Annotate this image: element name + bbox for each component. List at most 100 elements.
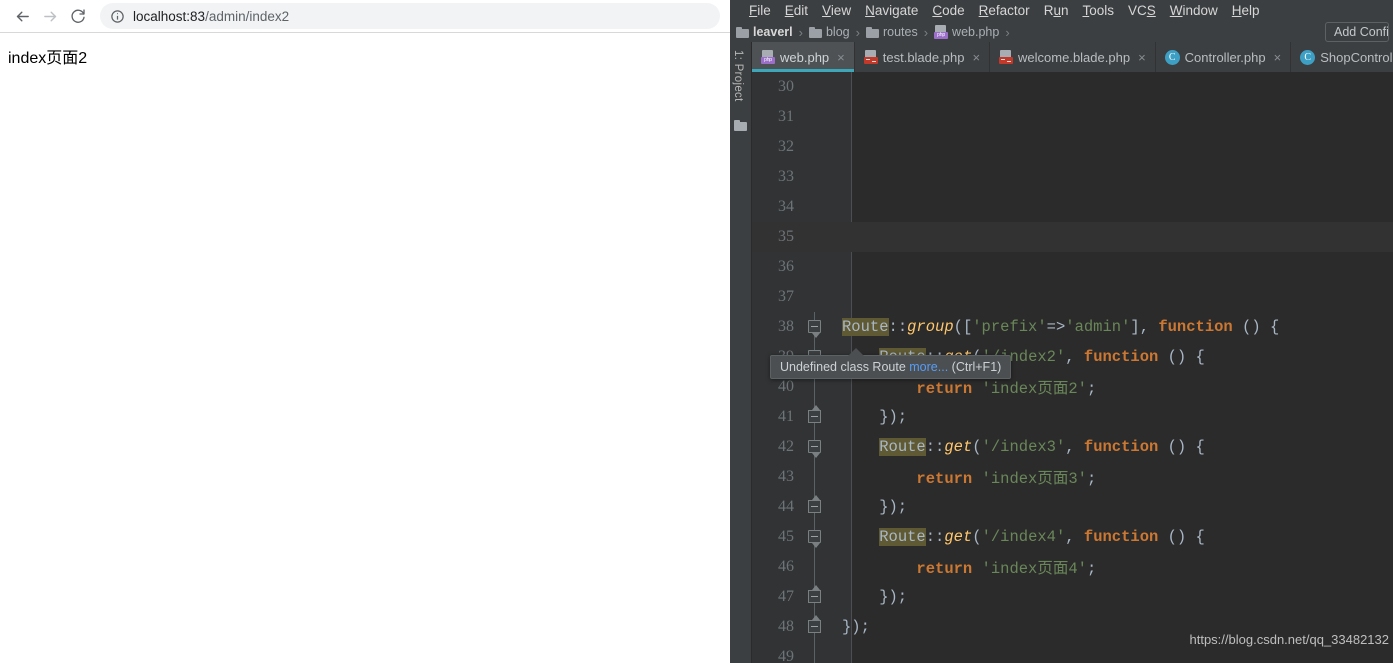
fold-gutter[interactable] xyxy=(800,402,830,432)
menu-help[interactable]: Help xyxy=(1225,3,1267,18)
line-number: 30 xyxy=(778,78,794,95)
fold-open-icon[interactable] xyxy=(808,320,821,338)
close-icon[interactable]: × xyxy=(1274,50,1282,65)
sidebar-item-project[interactable]: 1: Project xyxy=(732,50,744,102)
code-line[interactable]: 31 xyxy=(752,102,1393,132)
add-configuration-button[interactable]: Add Confi xyxy=(1325,22,1389,42)
folder-icon xyxy=(865,26,879,38)
php-file-icon: php xyxy=(934,25,949,39)
tab-welcome-blade-php[interactable]: welcome.blade.php × xyxy=(990,42,1156,72)
forward-icon[interactable] xyxy=(36,2,64,30)
menu-file[interactable]: File xyxy=(742,3,778,18)
fold-close-icon[interactable] xyxy=(808,495,821,513)
code-text: return 'index页面4'; xyxy=(916,560,1097,578)
menu-mnemonic: u xyxy=(1053,2,1061,18)
code-line[interactable]: 35 xyxy=(752,222,1393,252)
fold-gutter[interactable] xyxy=(800,612,830,642)
breadcrumb-separator: › xyxy=(1005,24,1010,40)
fold-gutter[interactable] xyxy=(800,642,830,663)
info-circle-icon[interactable] xyxy=(110,9,125,24)
php-file-icon: php xyxy=(761,50,775,64)
breadcrumb: leaverl › blog › routes › php web.php › Add Confi xyxy=(730,20,1393,44)
folder-icon[interactable] xyxy=(734,120,747,131)
code-line[interactable]: 41 }); xyxy=(752,402,1393,432)
fold-close-icon[interactable] xyxy=(808,405,821,423)
fold-gutter[interactable] xyxy=(800,72,830,102)
menu-refactor[interactable]: Refactor xyxy=(972,3,1037,18)
fold-close-icon[interactable] xyxy=(808,585,821,603)
tooltip-more-link[interactable]: more... xyxy=(909,360,948,374)
close-icon[interactable]: × xyxy=(837,50,845,65)
reload-icon[interactable] xyxy=(64,2,92,30)
menu-window[interactable]: Window xyxy=(1163,3,1225,18)
menu-view[interactable]: View xyxy=(815,3,858,18)
code-line[interactable]: 36 xyxy=(752,252,1393,282)
fold-gutter[interactable] xyxy=(800,552,830,582)
address-bar[interactable]: localhost:83/admin/index2 xyxy=(100,3,720,29)
code-text: Route::group(['prefix'=>'admin'], functi… xyxy=(842,318,1280,336)
menu-navigate[interactable]: Navigate xyxy=(858,3,925,18)
fold-gutter[interactable] xyxy=(800,192,830,222)
code-text: }); xyxy=(842,588,908,606)
code-line[interactable]: 33 xyxy=(752,162,1393,192)
fold-gutter[interactable] xyxy=(800,432,830,462)
fold-gutter[interactable] xyxy=(800,582,830,612)
line-number: 47 xyxy=(778,588,794,605)
fold-close-icon[interactable] xyxy=(808,615,821,633)
fold-gutter[interactable] xyxy=(800,312,830,342)
fold-open-icon[interactable] xyxy=(808,440,821,458)
menu-tools[interactable]: Tools xyxy=(1075,3,1121,18)
line-number: 37 xyxy=(778,288,794,305)
code-line[interactable]: 46 return 'index页面4'; xyxy=(752,552,1393,582)
back-icon[interactable] xyxy=(8,2,36,30)
menu-vcs[interactable]: VCS xyxy=(1121,3,1163,18)
code-editor[interactable]: 3031 32 33 3435363738 Route::group(['prefix'… xyxy=(752,72,1393,663)
fold-gutter[interactable] xyxy=(800,222,830,252)
menu-run[interactable]: Run xyxy=(1037,3,1076,18)
fold-open-icon[interactable] xyxy=(808,530,821,548)
tab-controller-php[interactable]: C Controller.php × xyxy=(1155,42,1292,72)
breadcrumb-item-routes[interactable]: routes xyxy=(865,25,918,39)
breadcrumb-item-leaverl[interactable]: leaverl xyxy=(736,25,793,39)
fold-gutter[interactable] xyxy=(800,102,830,132)
breadcrumb-separator: › xyxy=(855,24,860,40)
breadcrumb-item-web-php[interactable]: php web.php xyxy=(934,25,999,39)
line-number: 43 xyxy=(778,468,794,485)
tab-label: Controller.php xyxy=(1184,49,1266,65)
tab-shopcontrolle[interactable]: CShopControlle xyxy=(1291,42,1393,72)
code-line[interactable]: 34 xyxy=(752,192,1393,222)
fold-gutter[interactable] xyxy=(800,282,830,312)
line-number: 35 xyxy=(778,228,794,245)
code-line[interactable]: 47 }); xyxy=(752,582,1393,612)
close-icon[interactable]: × xyxy=(1138,50,1146,65)
fold-gutter[interactable] xyxy=(800,462,830,492)
code-line[interactable]: 32 xyxy=(752,132,1393,162)
close-icon[interactable]: × xyxy=(972,50,980,65)
code-line[interactable]: 38 Route::group(['prefix'=>'admin'], func… xyxy=(752,312,1393,342)
menu-mnemonic: N xyxy=(865,2,875,18)
blade-file-icon xyxy=(999,50,1014,64)
breadcrumb-item-blog[interactable]: blog xyxy=(808,25,850,39)
menu-edit[interactable]: Edit xyxy=(778,3,815,18)
fold-gutter[interactable] xyxy=(800,522,830,552)
menu-code[interactable]: Code xyxy=(925,3,971,18)
code-line[interactable]: 30 xyxy=(752,72,1393,102)
code-line[interactable]: 45 Route::get('/index4', function () { xyxy=(752,522,1393,552)
url-path: /admin/index2 xyxy=(205,8,290,24)
breadcrumb-label: routes xyxy=(882,25,918,39)
tab-test-blade-php[interactable]: test.blade.php × xyxy=(854,42,991,72)
fold-gutter[interactable] xyxy=(800,162,830,192)
breadcrumb-separator: › xyxy=(923,24,929,40)
menu-mnemonic: V xyxy=(822,2,831,18)
code-line[interactable]: 43 return 'index页面3'; xyxy=(752,462,1393,492)
line-number: 40 xyxy=(778,378,794,395)
code-line[interactable]: 42 Route::get('/index3', function () { xyxy=(752,432,1393,462)
code-line[interactable]: 37 xyxy=(752,282,1393,312)
fold-gutter[interactable] xyxy=(800,252,830,282)
fold-gutter[interactable] xyxy=(800,492,830,522)
fold-gutter[interactable] xyxy=(800,132,830,162)
fold-guide-line xyxy=(814,462,815,492)
ide-window: File Edit View Navigate Code Refactor Run Tools… xyxy=(730,0,1393,663)
tab-web-php[interactable]: php web.php × xyxy=(752,42,855,72)
code-line[interactable]: 44 }); xyxy=(752,492,1393,522)
